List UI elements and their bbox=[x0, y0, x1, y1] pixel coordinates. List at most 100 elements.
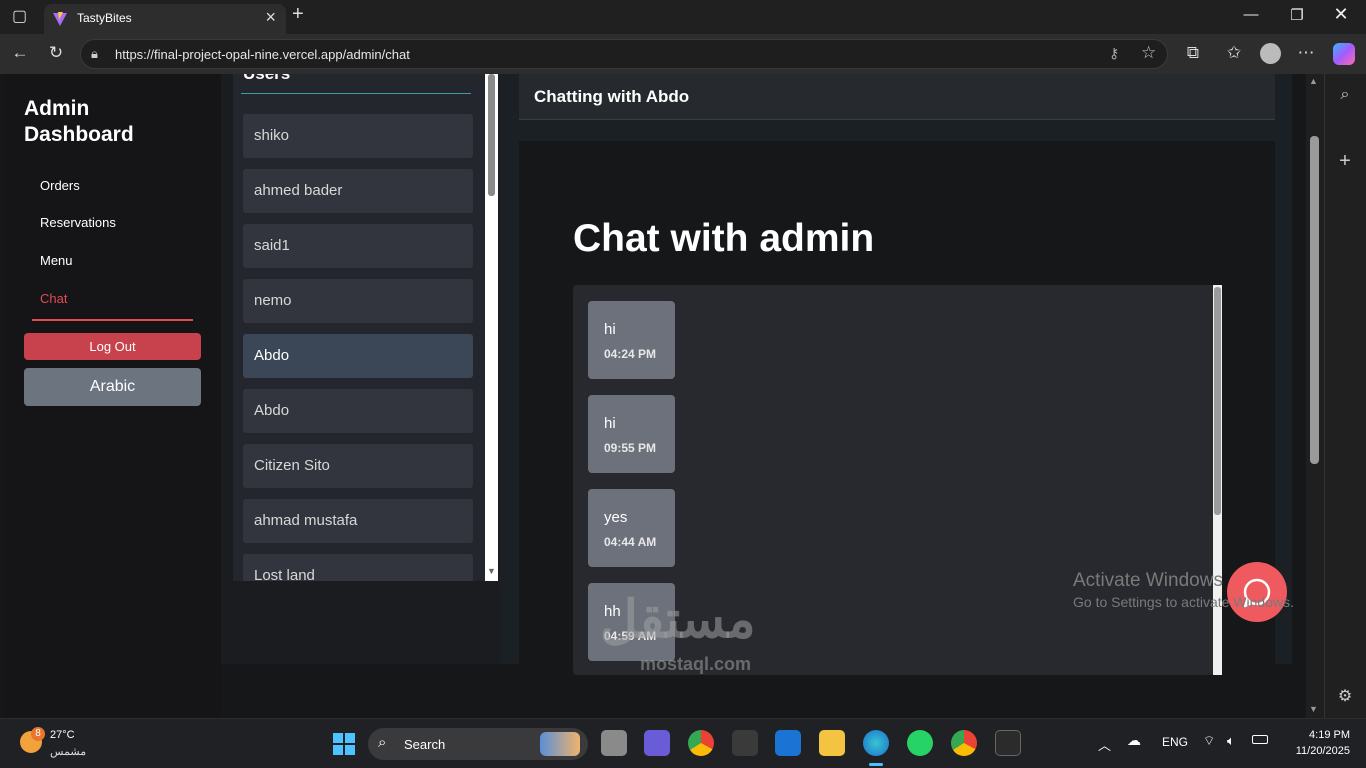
battery-icon[interactable] bbox=[1252, 735, 1268, 744]
onedrive-cloud-icon[interactable]: ☁ bbox=[1127, 732, 1141, 749]
user-item[interactable]: Abdo bbox=[243, 389, 473, 433]
search-icon[interactable]: ⌕ bbox=[1333, 86, 1357, 104]
task-view-icon[interactable] bbox=[601, 730, 627, 756]
chat-heading: Chat with admin bbox=[573, 217, 875, 260]
active-app-indicator bbox=[869, 763, 883, 766]
language-toggle-button[interactable]: Arabic bbox=[24, 368, 201, 406]
browser-tabstrip: ▢ TastyBites × + — ❐ ✕ bbox=[0, 0, 1366, 34]
copilot-icon[interactable] bbox=[1333, 43, 1355, 65]
back-icon[interactable]: ← bbox=[8, 43, 32, 63]
users-scroll-thumb[interactable] bbox=[488, 74, 495, 196]
user-item[interactable]: Lost land bbox=[243, 554, 473, 581]
tab-close-icon[interactable]: × bbox=[265, 7, 276, 28]
clock-date[interactable]: 11/20/2025 bbox=[1280, 745, 1350, 757]
favorites-icon[interactable]: ✩ bbox=[1222, 43, 1246, 63]
file-explorer-icon[interactable] bbox=[819, 730, 845, 756]
message-time: 09:55 PM bbox=[604, 441, 657, 455]
app-icon[interactable] bbox=[644, 730, 670, 756]
user-item[interactable]: Citizen Sito bbox=[243, 444, 473, 488]
message-text: hi bbox=[604, 415, 616, 432]
user-item[interactable]: ahmed bader bbox=[243, 169, 473, 213]
user-item-active[interactable]: Abdo bbox=[243, 334, 473, 378]
weather-description[interactable]: مشمس bbox=[50, 745, 86, 758]
window-close-icon[interactable]: ✕ bbox=[1326, 4, 1356, 25]
add-icon[interactable]: + bbox=[1333, 150, 1357, 173]
message-time: 04:24 PM bbox=[604, 347, 657, 361]
outlook-icon[interactable] bbox=[775, 730, 801, 756]
restore-icon[interactable]: ❐ bbox=[1282, 6, 1312, 24]
refresh-icon[interactable]: ↻ bbox=[44, 43, 68, 63]
weather-temperature[interactable]: 27°C bbox=[50, 729, 75, 741]
message-text: yes bbox=[604, 509, 628, 526]
taskbar-search[interactable]: ⌕ Search bbox=[368, 728, 588, 760]
page-scroll-thumb[interactable] bbox=[1310, 136, 1319, 464]
wifi-icon[interactable]: ⌔ bbox=[1203, 733, 1215, 749]
user-item[interactable]: shiko bbox=[243, 114, 473, 158]
weather-badge: 8 bbox=[31, 727, 45, 741]
windows-start-icon[interactable] bbox=[333, 733, 355, 755]
users-divider bbox=[241, 93, 471, 94]
messages-scroll-thumb[interactable] bbox=[1214, 287, 1221, 515]
message-text: hi bbox=[604, 321, 616, 338]
scroll-down-arrow-icon[interactable]: ▼ bbox=[487, 566, 496, 576]
favorite-star-icon[interactable]: ☆ bbox=[1141, 43, 1156, 63]
admin-sidebar: Admin Dashboard Orders Reservations Menu… bbox=[4, 74, 221, 718]
scroll-up-arrow-icon[interactable]: ▲ bbox=[1309, 76, 1318, 86]
nav-menu[interactable]: Menu bbox=[40, 253, 73, 268]
app-icon[interactable] bbox=[995, 730, 1021, 756]
user-item[interactable]: said1 bbox=[243, 224, 473, 268]
activate-line1: Activate Windows bbox=[1073, 570, 1223, 591]
message-time: 04:44 AM bbox=[604, 535, 657, 549]
address-bar[interactable]: 🔒︎ https://final-project-opal-nine.verce… bbox=[80, 39, 1168, 69]
whatsapp-icon[interactable] bbox=[907, 730, 933, 756]
minimize-icon[interactable]: — bbox=[1236, 6, 1266, 23]
nav-reservations[interactable]: Reservations bbox=[40, 215, 116, 230]
chrome-icon[interactable] bbox=[951, 730, 977, 756]
user-item[interactable]: nemo bbox=[243, 279, 473, 323]
message-bubble: yes 04:44 AM bbox=[588, 489, 675, 567]
tab-actions-icon[interactable]: ▢ bbox=[12, 6, 27, 26]
browser-tab[interactable]: TastyBites × bbox=[44, 4, 286, 34]
chat-header-title: Chatting with Abdo bbox=[534, 87, 690, 106]
users-heading: Users bbox=[243, 74, 290, 84]
search-highlight-image bbox=[540, 732, 580, 756]
nav-chat[interactable]: Chat bbox=[40, 291, 67, 306]
extensions-icon[interactable]: ⧉ bbox=[1181, 43, 1205, 63]
mostaql-watermark-sub: mostaql.com bbox=[640, 654, 752, 674]
search-label: Search bbox=[404, 737, 446, 752]
chrome-icon[interactable] bbox=[688, 730, 714, 756]
site-info-icon[interactable]: 🔒︎ bbox=[91, 46, 98, 62]
search-icon: ⌕ bbox=[378, 734, 387, 751]
store-icon[interactable] bbox=[732, 730, 758, 756]
browser-toolbar: ← ↻ 🔒︎ https://final-project-opal-nine.v… bbox=[0, 34, 1366, 74]
input-language[interactable]: ENG bbox=[1162, 735, 1188, 749]
profile-avatar[interactable] bbox=[1260, 43, 1281, 64]
message-bubble: hi 04:24 PM bbox=[588, 301, 675, 379]
more-menu-icon[interactable]: ⋯ bbox=[1294, 43, 1318, 63]
settings-gear-icon[interactable]: ⚙ bbox=[1333, 686, 1357, 706]
taskbar: 8 27°C مشمس ⌕ Search ︿ ☁ ENG ⌔ 🔈︎ 4:19 P… bbox=[0, 718, 1366, 768]
edge-icon[interactable] bbox=[863, 730, 889, 756]
chat-header: Chatting with Abdo bbox=[519, 74, 1275, 120]
new-tab-icon[interactable]: + bbox=[292, 3, 304, 26]
mostaql-watermark: مستقل bbox=[600, 591, 756, 649]
admin-title: Admin Dashboard bbox=[24, 97, 134, 146]
tab-title: TastyBites bbox=[77, 11, 132, 25]
url-text: https://final-project-opal-nine.vercel.a… bbox=[115, 47, 410, 62]
tray-chevron-up-icon[interactable]: ︿ bbox=[1098, 735, 1111, 754]
user-item[interactable]: ahmad mustafa bbox=[243, 499, 473, 543]
logout-button[interactable]: Log Out bbox=[24, 333, 201, 360]
activate-line2: Go to Settings to activate Windows. bbox=[1073, 594, 1294, 610]
scroll-down-arrow-icon[interactable]: ▼ bbox=[1309, 704, 1318, 714]
nav-orders[interactable]: Orders bbox=[40, 178, 80, 193]
message-bubble: hi 09:55 PM bbox=[588, 395, 675, 473]
users-panel[interactable]: Users shiko ahmed bader said1 nemo Abdo … bbox=[233, 74, 485, 581]
users-column: Users shiko ahmed bader said1 nemo Abdo … bbox=[221, 74, 518, 664]
page-scrollbar[interactable]: ▲ ▼ bbox=[1306, 74, 1324, 718]
users-scrollbar[interactable]: ▼ bbox=[485, 74, 498, 581]
messages-scrollbar[interactable] bbox=[1213, 285, 1222, 675]
vite-logo-icon bbox=[53, 12, 67, 26]
key-icon[interactable]: ⚷ bbox=[1109, 45, 1119, 62]
clock-time[interactable]: 4:19 PM bbox=[1300, 729, 1350, 741]
volume-icon[interactable]: 🔈︎ bbox=[1227, 733, 1235, 749]
